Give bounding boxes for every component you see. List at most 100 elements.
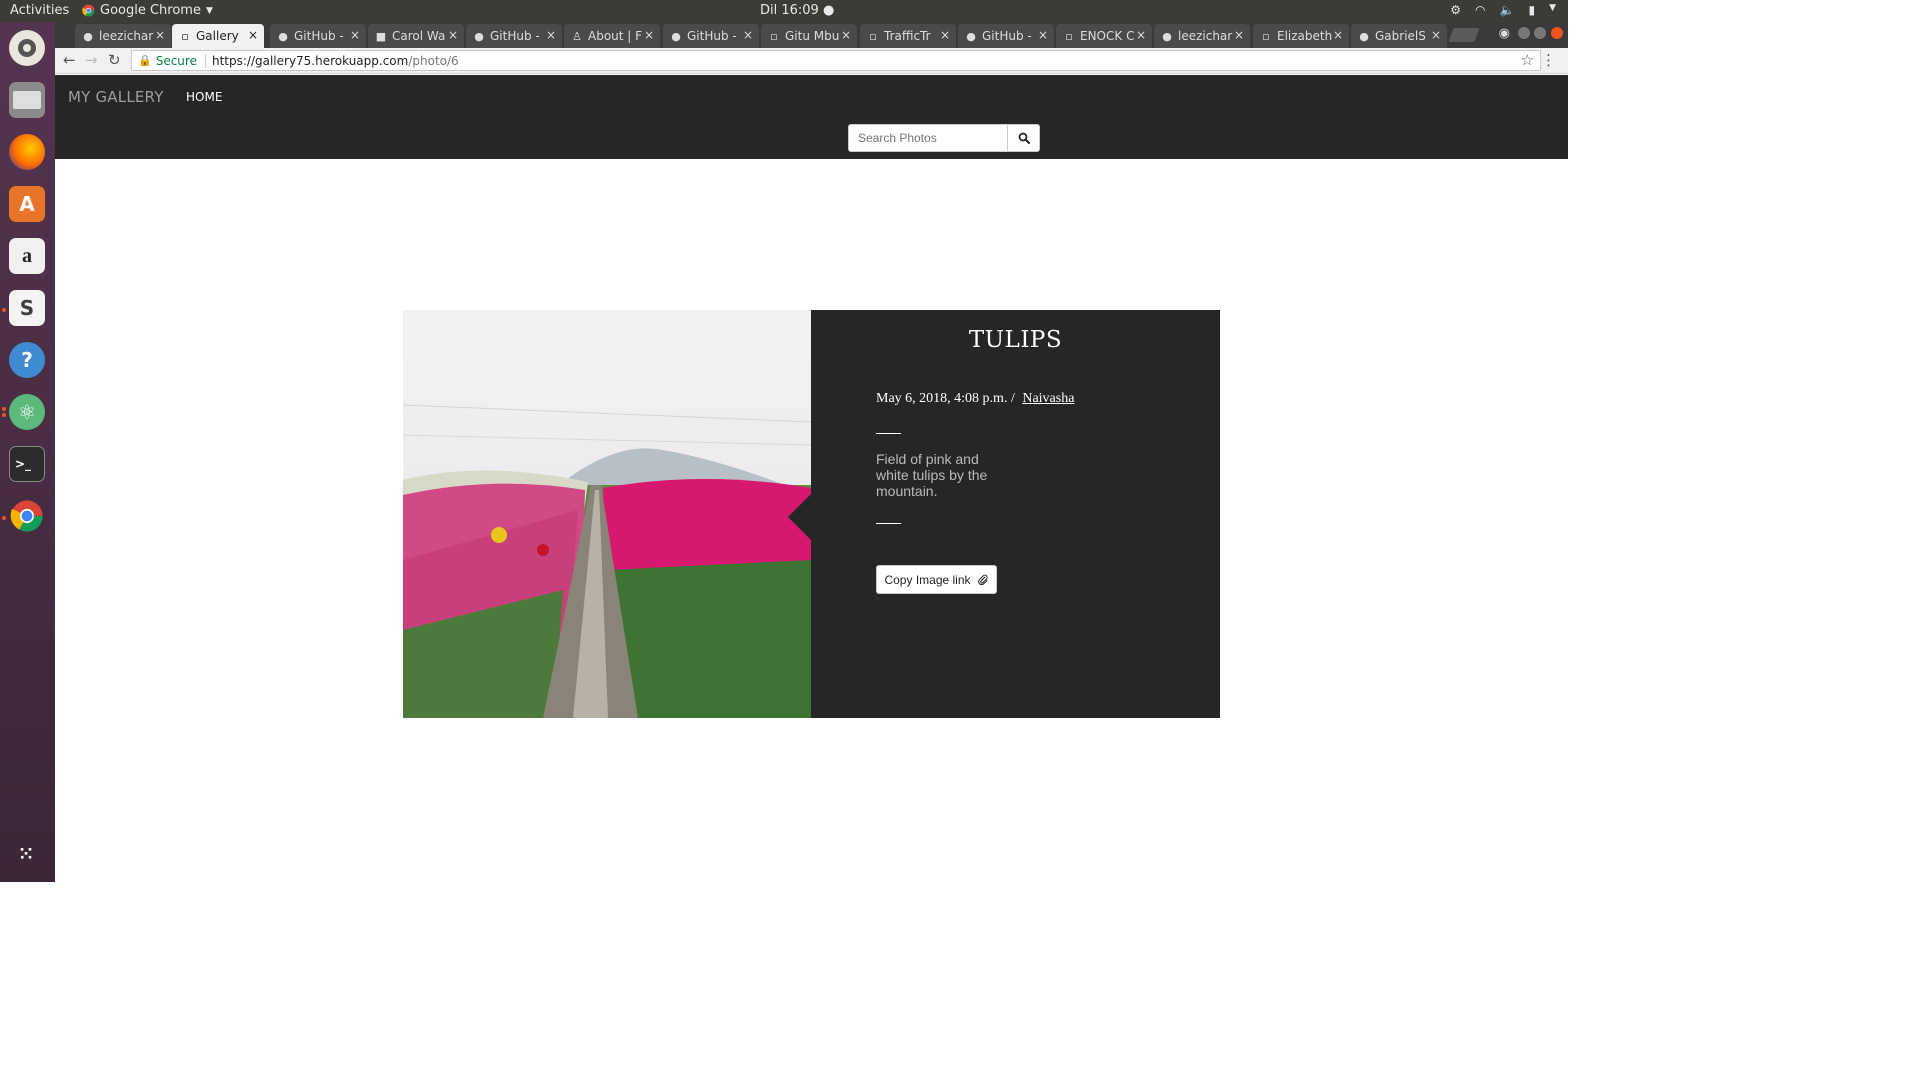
close-tab-icon[interactable]: × [940, 28, 950, 42]
close-tab-icon[interactable]: × [644, 28, 654, 42]
browser-tab[interactable]: ● GitHub - × [958, 24, 1054, 48]
secure-label: Secure [155, 53, 197, 68]
tab-label: GitHub - [294, 29, 344, 43]
browser-tab[interactable]: ● GabrielS × [1351, 24, 1447, 48]
github-icon: ● [671, 29, 681, 43]
browser-tab[interactable]: ▫ Elizabeth × [1253, 24, 1349, 48]
menu-kebab-icon[interactable]: ⋮ [1541, 51, 1556, 69]
page-icon: ▫ [869, 29, 877, 43]
url-host: https://gallery75.herokuapp.com [211, 53, 409, 68]
close-tab-icon[interactable]: × [1136, 28, 1146, 42]
profile-icon[interactable]: ◉ [1499, 26, 1510, 41]
tulip-field-image [403, 310, 811, 718]
chrome-icon [82, 4, 95, 17]
copy-button-label: Copy Image link [884, 572, 971, 587]
tab-label: Carol Wa [392, 29, 446, 43]
divider [876, 523, 901, 524]
page-icon: ▫ [181, 29, 189, 43]
volume-icon[interactable]: 🔈 [1500, 3, 1515, 17]
tab-label: Gitu Mbu [785, 29, 840, 43]
browser-tab[interactable]: ● GitHub - × [270, 24, 366, 48]
battery-icon[interactable]: ▮ [1528, 3, 1535, 17]
page-icon: ■ [375, 29, 387, 43]
search-icon [1018, 132, 1030, 144]
close-tab-icon[interactable]: × [155, 28, 165, 42]
tab-label: Elizabeth [1277, 29, 1333, 43]
close-tab-icon[interactable]: × [350, 28, 360, 42]
address-bar[interactable]: 🔒 Secure https://gallery75.herokuapp.com… [131, 50, 1541, 71]
browser-tab[interactable]: ▫ Gitu Mbu × [761, 24, 857, 48]
nav-home-link[interactable]: HOME [186, 90, 222, 104]
paperclip-icon [977, 574, 988, 585]
launcher-dock: A a S ? ⚛ >_ ⁙ [0, 22, 55, 882]
running-indicator [2, 407, 6, 411]
help-icon[interactable]: ? [9, 342, 45, 378]
slack-icon[interactable]: S [9, 290, 45, 326]
bookmark-star-icon[interactable]: ☆ [1521, 51, 1534, 69]
terminal-icon[interactable]: >_ [9, 446, 45, 482]
tab-label: GitHub - [687, 29, 737, 43]
new-tab-button[interactable] [1448, 28, 1480, 42]
tab-label: About | F [588, 29, 643, 43]
photo-card: TULIPS May 6, 2018, 4:08 p.m. / Naivasha… [403, 310, 1220, 718]
wifi-icon[interactable]: ◠ [1475, 3, 1485, 17]
close-tab-icon[interactable]: × [1038, 28, 1048, 42]
amazon-icon[interactable]: a [9, 238, 45, 274]
browser-tab[interactable]: ● GitHub - × [466, 24, 562, 48]
settings-icon[interactable]: ⚙ [1450, 3, 1461, 17]
browser-tab[interactable]: ■ Carol Wa × [368, 24, 464, 48]
close-tab-icon[interactable]: × [743, 28, 753, 42]
divider [876, 433, 901, 434]
location-link[interactable]: Naivasha [1022, 391, 1074, 406]
minimize-icon[interactable] [1518, 27, 1530, 39]
forward-icon[interactable]: → [85, 51, 98, 69]
page-icon: ♙ [572, 29, 582, 43]
site-brand[interactable]: MY GALLERY [68, 88, 164, 106]
close-tab-icon[interactable]: × [1431, 28, 1441, 42]
close-tab-icon[interactable]: × [448, 28, 458, 42]
copy-image-link-button[interactable]: Copy Image link [876, 565, 997, 594]
tab-label: ENOCK C [1080, 29, 1135, 43]
close-tab-icon[interactable]: × [248, 28, 258, 42]
photo-title: TULIPS [968, 327, 1063, 353]
divider [204, 53, 206, 68]
close-tab-icon[interactable]: × [841, 28, 851, 42]
chevron-down-icon[interactable]: ▼ [1549, 3, 1556, 17]
system-tray[interactable]: ⚙ ◠ 🔈 ▮ ▼ [1450, 3, 1556, 17]
browser-tab[interactable]: ● leezichar × [75, 24, 171, 48]
tulip-photo [403, 310, 811, 718]
close-tab-icon[interactable]: × [1234, 28, 1244, 42]
back-icon[interactable]: ← [63, 51, 76, 69]
photo-description: Field of pink and white tulips by the mo… [876, 451, 988, 499]
browser-toolbar: ← → ↻ 🔒 Secure https://gallery75.herokua… [55, 48, 1568, 74]
app-menu[interactable]: Google Chrome ▼ [82, 3, 213, 18]
browser-tab[interactable]: ● GitHub - × [663, 24, 759, 48]
browser-tab-active[interactable]: ▫ Gallery × [172, 24, 264, 48]
files-icon[interactable] [9, 82, 45, 118]
rhythmbox-icon[interactable] [9, 30, 45, 66]
lock-icon: 🔒 [138, 54, 152, 67]
search-input[interactable] [848, 124, 1008, 152]
browser-tab[interactable]: ● leezichar × [1154, 24, 1250, 48]
maximize-icon[interactable] [1534, 27, 1546, 39]
running-indicator [2, 413, 6, 417]
close-window-icon[interactable] [1551, 27, 1563, 39]
chrome-icon[interactable] [9, 498, 45, 534]
browser-tab[interactable]: ♙ About | F × [564, 24, 660, 48]
browser-tab[interactable]: ▫ TrafficTr × [860, 24, 956, 48]
close-tab-icon[interactable]: × [1333, 28, 1343, 42]
reload-icon[interactable]: ↻ [108, 51, 121, 69]
photo-info-panel: TULIPS May 6, 2018, 4:08 p.m. / Naivasha… [788, 310, 1220, 718]
tab-label: GitHub - [490, 29, 540, 43]
app-grid-icon[interactable]: ⁙ [9, 836, 45, 872]
activities-button[interactable]: Activities [10, 3, 69, 18]
software-center-icon[interactable]: A [9, 186, 45, 222]
close-tab-icon[interactable]: × [546, 28, 556, 42]
firefox-icon[interactable] [9, 134, 45, 170]
atom-icon[interactable]: ⚛ [9, 394, 45, 430]
clock[interactable]: Dil 16:09 ● [760, 3, 834, 18]
search-button[interactable] [1007, 124, 1040, 152]
browser-tab[interactable]: ▫ ENOCK C × [1056, 24, 1152, 48]
tab-label: leezichar [99, 29, 154, 43]
running-indicator [2, 308, 6, 312]
